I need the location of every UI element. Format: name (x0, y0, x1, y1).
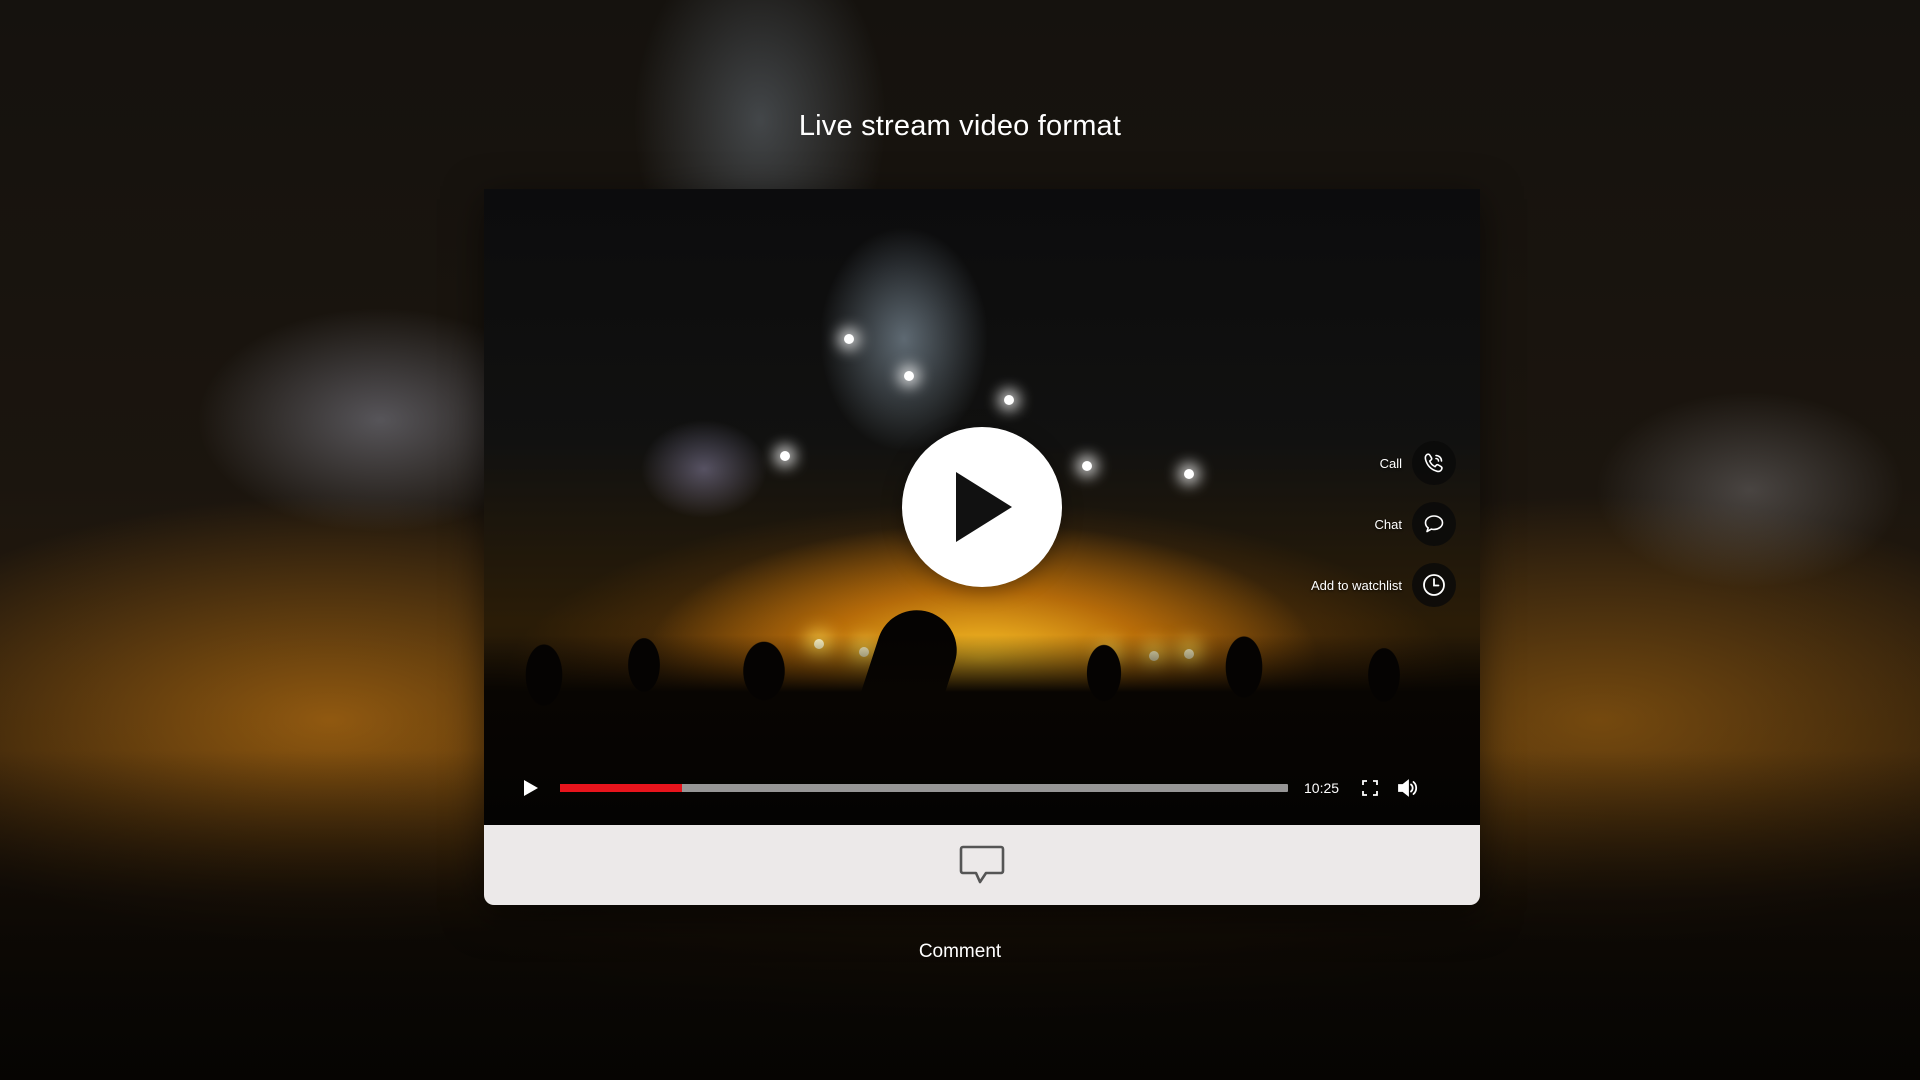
stage-light (1082, 461, 1092, 471)
side-actions: Call Chat Add to watchlist (1311, 441, 1456, 607)
volume-icon[interactable] (1396, 776, 1420, 800)
page: Live stream video format Call Chat Add t… (0, 0, 1920, 1080)
clock-icon[interactable] (1412, 563, 1456, 607)
watchlist-action[interactable]: Add to watchlist (1311, 563, 1456, 607)
comment-icon[interactable] (959, 844, 1005, 886)
progress-bar[interactable] (560, 784, 1288, 792)
video-player[interactable]: Call Chat Add to watchlist 10:25 (484, 189, 1480, 825)
call-action[interactable]: Call (1380, 441, 1456, 485)
stage-light (904, 371, 914, 381)
fullscreen-icon[interactable] (1358, 776, 1382, 800)
player-controls: 10:25 (520, 773, 1440, 803)
watchlist-label: Add to watchlist (1310, 577, 1402, 593)
call-label: Call (1379, 455, 1402, 471)
play-icon (956, 472, 1012, 542)
progress-fill (560, 784, 682, 792)
chat-action[interactable]: Chat (1375, 502, 1456, 546)
comment-bar[interactable] (484, 825, 1480, 905)
current-time: 10:25 (1304, 780, 1340, 796)
page-title: Live stream video format (798, 110, 1122, 142)
stage-light (1184, 469, 1194, 479)
comment-label[interactable]: Comment (0, 941, 1920, 963)
chat-bubble-icon[interactable] (1412, 502, 1456, 546)
phone-icon[interactable] (1412, 441, 1456, 485)
chat-label: Chat (1374, 516, 1402, 532)
big-play-button[interactable] (902, 427, 1062, 587)
stage-light (1004, 395, 1014, 405)
video-card: Call Chat Add to watchlist 10:25 (484, 189, 1480, 905)
stage-light (780, 451, 790, 461)
stage-light (844, 334, 854, 344)
play-icon[interactable] (520, 777, 542, 799)
